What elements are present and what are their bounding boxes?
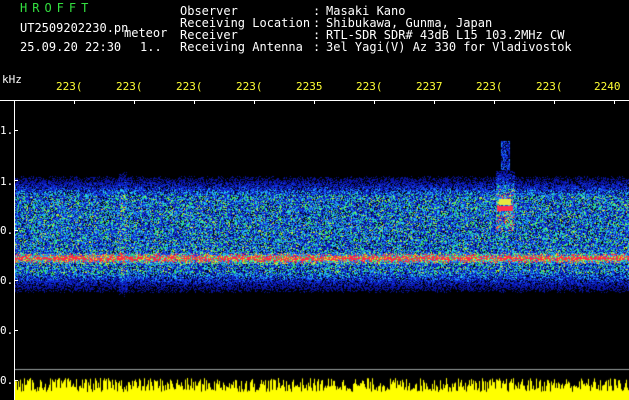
time-tick-mark — [434, 100, 435, 104]
info-value-antenna: 3el Yagi(V) Az 330 for Vladivostok — [326, 40, 572, 54]
time-tick-mark — [74, 100, 75, 104]
info-label-antenna: Receiving Antenna — [180, 40, 303, 54]
time-tick-mark — [494, 100, 495, 104]
time-tick-label: 223( — [356, 80, 383, 93]
time-tick-label: 223( — [476, 80, 503, 93]
freq-tick-mark — [14, 180, 18, 181]
freq-tick-mark — [14, 280, 18, 281]
detection-tag: meteor — [124, 26, 168, 40]
time-tick-label: 2237 — [416, 80, 443, 93]
time-tick-label: 2235 — [296, 80, 323, 93]
freq-tick-mark — [14, 230, 18, 231]
time-tick-mark — [554, 100, 555, 104]
spectrogram-plot — [15, 101, 629, 400]
time-tick-label: 223( — [56, 80, 83, 93]
date-time: 25.09.20 22:30 — [20, 40, 122, 54]
time-tick-label: 223( — [536, 80, 563, 93]
app-logo: HROFFT — [20, 1, 94, 15]
time-tick-mark — [134, 100, 135, 104]
time-tick-mark — [254, 100, 255, 104]
freq-unit-label: kHz — [2, 73, 22, 86]
freq-tick-mark — [14, 380, 18, 381]
time-tick-label: 223( — [176, 80, 203, 93]
time-tick-mark — [194, 100, 195, 104]
freq-axis-line — [14, 100, 15, 400]
time-tick-label: 223( — [116, 80, 143, 93]
time-tick-label: 2240 — [594, 80, 621, 93]
hrofft-screen: HROFFT UT2509202230.pn meteor 25.09.20 2… — [0, 0, 629, 400]
info-sep: : — [313, 40, 321, 54]
time-tick-mark — [374, 100, 375, 104]
time-tick-label: 223( — [236, 80, 263, 93]
time-tick-mark — [314, 100, 315, 104]
freq-tick-mark — [14, 130, 18, 131]
page-indicator: 1.. — [140, 40, 162, 54]
freq-tick-mark — [14, 330, 18, 331]
time-tick-mark — [614, 100, 615, 104]
file-name: UT2509202230.pn — [20, 21, 129, 35]
